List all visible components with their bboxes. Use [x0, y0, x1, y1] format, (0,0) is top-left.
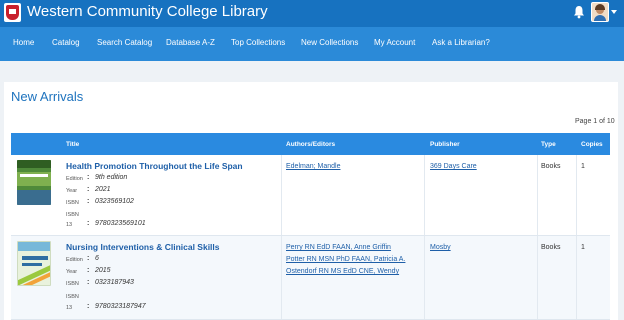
book-cover-image[interactable]	[17, 160, 51, 205]
year-label: Year	[66, 188, 78, 194]
table-row: Health Promotion Throughout the Life Spa…	[11, 155, 610, 236]
isbn13-label: ISBN	[66, 212, 79, 218]
nav-ask-a-librarian[interactable]: Ask a Librarian?	[432, 38, 490, 47]
column-title[interactable]: Title	[66, 141, 79, 148]
column-copies[interactable]: Copies	[581, 141, 603, 148]
year-label: Year	[66, 269, 78, 275]
year-value: 2015	[95, 267, 111, 274]
copies-value: 1	[581, 163, 585, 170]
bell-icon[interactable]	[573, 5, 585, 19]
nav-top-collections[interactable]: Top Collections	[231, 38, 285, 47]
type-value: Books	[541, 163, 561, 170]
edition-value: 6	[95, 255, 99, 262]
year-colon: :	[87, 186, 90, 193]
book-title-link[interactable]: Health Promotion Throughout the Life Spa…	[66, 161, 243, 171]
column-authors[interactable]: Authors/Editors	[286, 141, 335, 148]
table-header: Title Authors/Editors Publisher Type Cop…	[11, 133, 610, 155]
isbn13-label: ISBN	[66, 294, 79, 300]
copies-value: 1	[581, 244, 585, 251]
author-link[interactable]: Edelman; Mandle	[286, 163, 340, 170]
book-title-link[interactable]: Nursing Interventions & Clinical Skills	[66, 242, 220, 252]
column-type[interactable]: Type	[541, 141, 556, 148]
book-cover-image[interactable]	[17, 241, 51, 286]
college-logo[interactable]	[4, 3, 21, 22]
isbn13-label-suffix: 13	[66, 305, 73, 311]
author-link[interactable]: Ostendorf RN MS EdD CNE, Wendy	[286, 268, 399, 275]
isbn13-colon: :	[87, 220, 90, 227]
author-link[interactable]: Perry RN EdD FAAN, Anne Griffin	[286, 244, 391, 251]
app-title[interactable]: Western Community College Library	[27, 3, 268, 20]
edition-colon: :	[87, 174, 90, 181]
top-bar: Western Community College Library	[0, 0, 624, 27]
nav-home[interactable]: Home	[13, 38, 34, 47]
type-value: Books	[541, 244, 561, 251]
isbn13-value: 9780323569101	[95, 220, 146, 227]
user-avatar[interactable]	[591, 2, 609, 22]
pagination-status: Page 1 of 10	[575, 118, 615, 125]
nav-database-a-z[interactable]: Database A-Z	[166, 38, 215, 47]
shield-icon	[6, 5, 19, 20]
isbn-colon: :	[87, 198, 90, 205]
isbn13-value: 9780323187947	[95, 303, 146, 310]
isbn-label: ISBN	[66, 281, 79, 287]
isbn-value: 0323569102	[95, 198, 134, 205]
chevron-down-icon[interactable]	[611, 10, 617, 14]
isbn-label: ISBN	[66, 200, 79, 206]
page-title: New Arrivals	[11, 89, 84, 104]
edition-value: 9th edition	[95, 174, 128, 181]
isbn-colon: :	[87, 279, 90, 286]
main-nav: Home Catalog Search Catalog Database A-Z…	[0, 27, 624, 61]
year-colon: :	[87, 267, 90, 274]
edition-colon: :	[87, 255, 90, 262]
nav-search-catalog[interactable]: Search Catalog	[97, 38, 152, 47]
year-value: 2021	[95, 186, 111, 193]
isbn13-label-suffix: 13	[66, 222, 73, 228]
edition-label: Edition	[66, 176, 83, 182]
nav-catalog[interactable]: Catalog	[52, 38, 80, 47]
edition-label: Edition	[66, 257, 83, 263]
column-publisher[interactable]: Publisher	[430, 141, 460, 148]
nav-my-account[interactable]: My Account	[374, 38, 415, 47]
author-link[interactable]: Potter RN MSN PhD FAAN, Patricia A.	[286, 256, 405, 263]
isbn-value: 0323187943	[95, 279, 134, 286]
isbn13-colon: :	[87, 303, 90, 310]
nav-new-collections[interactable]: New Collections	[301, 38, 358, 47]
publisher-link[interactable]: Mosby	[430, 244, 451, 251]
table-row: Nursing Interventions & Clinical Skills …	[11, 236, 610, 320]
publisher-link[interactable]: 369 Days Care	[430, 163, 477, 170]
